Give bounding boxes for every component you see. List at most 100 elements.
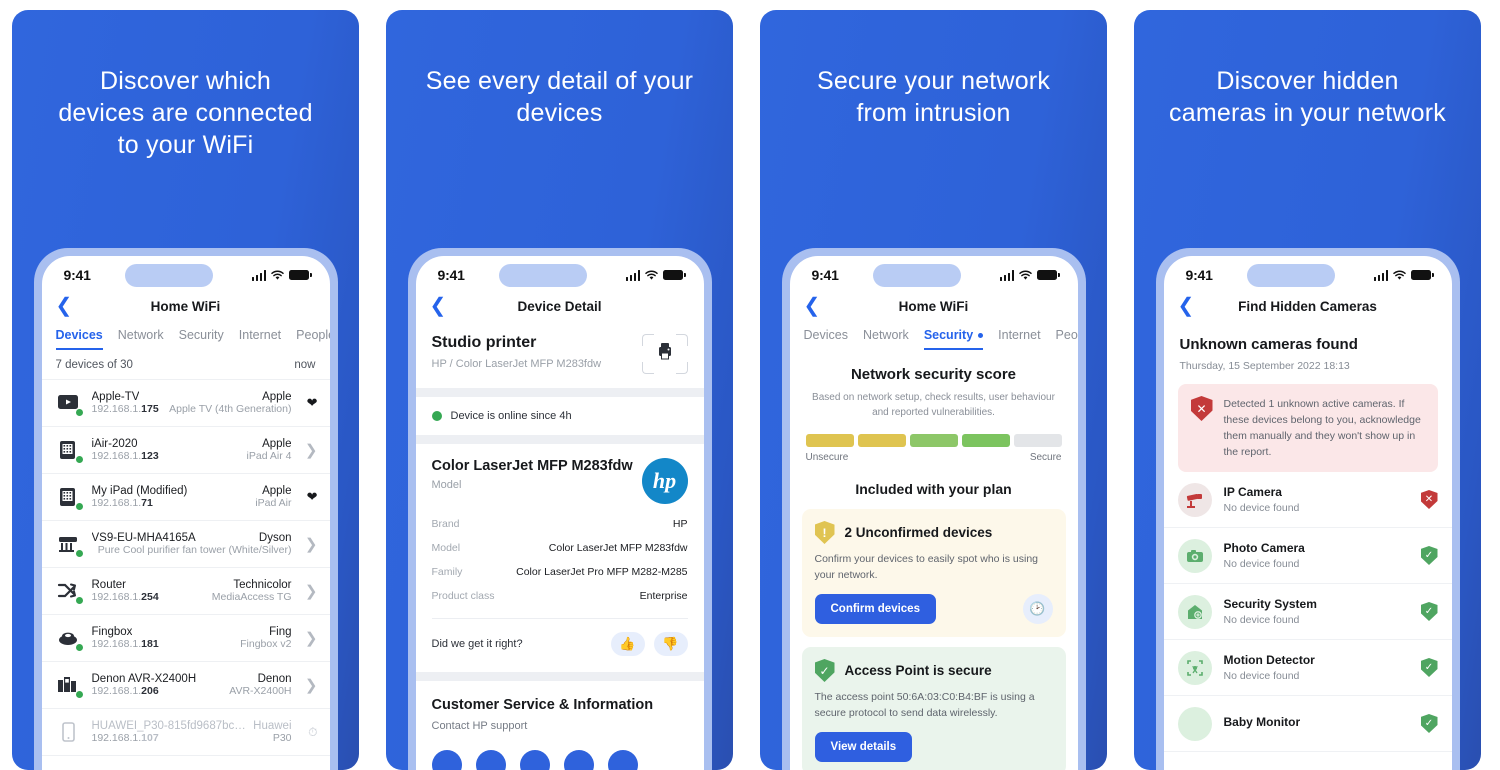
tab-network[interactable]: Network: [118, 328, 164, 350]
hp-logo-icon: hp: [641, 458, 688, 504]
phone-frame: 9:41 ❮ Device Detail Studio printer HP /…: [407, 248, 712, 770]
chevron-right-icon[interactable]: ❯: [305, 442, 318, 459]
support-action-5[interactable]: [607, 750, 638, 770]
table-row[interactable]: My iPad (Modified) Apple 192.168.1.71 iPad…: [41, 474, 330, 521]
status-time: 9:41: [1185, 267, 1213, 283]
list-item[interactable]: Photo Camera No device found ✓: [1163, 528, 1452, 584]
heart-icon[interactable]: ❤: [307, 395, 318, 410]
card-title: 2 Unconfirmed devices: [844, 525, 993, 540]
table-row[interactable]: HUAWEI_P30-815fd9687bc8ce Huawei 192.168.…: [41, 709, 330, 756]
support-action-4[interactable]: [563, 750, 594, 770]
device-count-row: 7 devices of 30 now: [42, 350, 330, 379]
dynamic-island: [499, 263, 588, 287]
list-item[interactable]: Security System No device found ✓: [1163, 584, 1452, 640]
status-time: 9:41: [437, 267, 465, 283]
status-bar: 9:41: [790, 256, 1078, 290]
list-item[interactable]: Motion Detector No device found ✓: [1163, 640, 1452, 696]
card-access-point-secure[interactable]: ✓ Access Point is secure The access poin…: [801, 647, 1066, 770]
status-badge: ✓: [1420, 546, 1438, 565]
item-info: Security System No device found: [1224, 597, 1409, 626]
table-row[interactable]: Router Technicolor 192.168.1.254 MediaAcce…: [41, 568, 330, 615]
row-action[interactable]: ❯: [302, 582, 318, 601]
card-body: Confirm your devices to easily spot who …: [814, 553, 1039, 581]
spec-value: Color LaserJet MFP M283fdw: [548, 542, 688, 554]
table-row[interactable]: Apple-TV Apple 192.168.1.175 Apple TV (4th…: [41, 380, 330, 427]
device-model: Pure Cool purifier fan tower (White/Silv…: [97, 544, 292, 556]
chevron-right-icon[interactable]: ❯: [305, 536, 318, 553]
chevron-right-icon[interactable]: ❯: [305, 630, 318, 647]
panel-security: Secure your network from intrusion 9:41 …: [760, 10, 1107, 770]
row-action[interactable]: ❯: [302, 676, 318, 695]
view-details-button[interactable]: View details: [814, 732, 913, 762]
tab-devices[interactable]: Devices: [55, 328, 103, 350]
tab-internet[interactable]: Internet: [998, 328, 1040, 350]
support-action-1[interactable]: [431, 750, 462, 770]
spec-key: Model: [431, 542, 461, 554]
tab-internet[interactable]: Internet: [239, 328, 281, 350]
row-action[interactable]: ❤: [302, 488, 318, 506]
online-dot: [74, 408, 84, 417]
tab-security[interactable]: Security: [923, 328, 984, 350]
panel-headline: Discover hidden cameras in your network: [1169, 67, 1446, 127]
row-action[interactable]: ❯: [302, 535, 318, 554]
heart-icon[interactable]: ❤: [307, 489, 318, 504]
support-action-2[interactable]: [475, 750, 506, 770]
panel-headline: Secure your network from intrusion: [816, 67, 1051, 127]
device-subtitle: HP / Color LaserJet MFP M283fdw: [431, 358, 602, 370]
row-action[interactable]: ❯: [302, 441, 318, 460]
tab-devices[interactable]: Devices: [804, 328, 848, 350]
table-row[interactable]: VS9-EU-MHA4165A Dyson Pure Cool purifier …: [41, 521, 330, 568]
device-ip: 192.168.1.181: [91, 638, 159, 650]
clock-icon[interactable]: 🕑: [1022, 594, 1053, 624]
tab-network[interactable]: Network: [863, 328, 909, 350]
thumbs-up-icon[interactable]: 👍: [610, 632, 645, 656]
spec-value: Enterprise: [639, 590, 688, 602]
row-action[interactable]: ❤: [302, 394, 318, 412]
table-row[interactable]: Fingbox Fing 192.168.1.181 Fingbox v2 ❯: [41, 615, 330, 662]
spec-key: Family: [431, 566, 463, 578]
list-item[interactable]: Baby Monitor ✓: [1163, 696, 1452, 752]
card-unconfirmed-devices[interactable]: ! 2 Unconfirmed devices Confirm your dev…: [801, 509, 1066, 637]
device-info: Fingbox Fing 192.168.1.181 Fingbox v2: [92, 626, 292, 650]
router-icon: [56, 578, 84, 605]
device-model: iPad Air 4: [246, 450, 292, 462]
score-title: Network security score: [850, 366, 1017, 383]
device-model: iPad Air: [255, 497, 292, 509]
row-action[interactable]: ⏱: [302, 723, 317, 741]
tab-people[interactable]: Peopl: [1056, 328, 1078, 350]
chevron-right-icon[interactable]: ❯: [305, 677, 318, 694]
support-action-3[interactable]: [519, 750, 550, 770]
score-subtitle: Based on network setup, check results, u…: [812, 392, 1055, 418]
confirm-devices-button[interactable]: Confirm devices: [814, 594, 936, 624]
table-row[interactable]: Denon AVR-X2400H Denon 192.168.1.206 AVR-X…: [41, 662, 330, 709]
wifi-icon: [1019, 270, 1033, 280]
device-ip: 192.168.1.175: [91, 403, 159, 415]
device-brand: Dyson: [258, 532, 292, 544]
device-brand: Apple: [262, 438, 292, 450]
support-title: Customer Service & Information: [431, 697, 654, 713]
score-segment-2: [857, 434, 906, 447]
tab-bar: Devices Network Security Internet People: [42, 322, 330, 350]
row-action[interactable]: ❯: [302, 629, 318, 648]
section-divider: [415, 388, 704, 397]
screenshot-gallery: Discover which devices are connected to …: [0, 0, 1500, 770]
page-title: Home WiFi: [898, 298, 969, 314]
device-model: Fingbox v2: [240, 638, 292, 650]
thumbs-down-icon[interactable]: 👎: [653, 632, 688, 656]
scan-result-header: Unknown cameras found Thursday, 15 Septe…: [1164, 322, 1452, 372]
baby-monitor-icon: [1177, 706, 1212, 741]
table-row[interactable]: iAir-2020 Apple 192.168.1.123 iPad Air 4 ❯: [41, 427, 330, 474]
device-model: P30: [272, 732, 292, 744]
apple-tv-icon: [56, 390, 84, 417]
support-section: Customer Service & Information Contact H…: [416, 681, 704, 740]
phone-frame: 9:41 ❮ Find Hidden Cameras Unknown camer…: [1155, 248, 1460, 770]
tab-security[interactable]: Security: [179, 328, 224, 350]
device-info: VS9-EU-MHA4165A Dyson Pure Cool purifier …: [92, 532, 292, 556]
motion-detector-icon: [1177, 650, 1212, 685]
item-name: Photo Camera: [1223, 541, 1305, 555]
card-body: The access point 50:6A:03:C0:B4:BF is us…: [814, 691, 1035, 719]
chevron-right-icon[interactable]: ❯: [305, 583, 318, 600]
tab-people[interactable]: People: [296, 328, 329, 350]
list-item[interactable]: IP Camera No device found ✕: [1163, 472, 1452, 528]
clock-icon[interactable]: ⏱: [308, 725, 317, 739]
